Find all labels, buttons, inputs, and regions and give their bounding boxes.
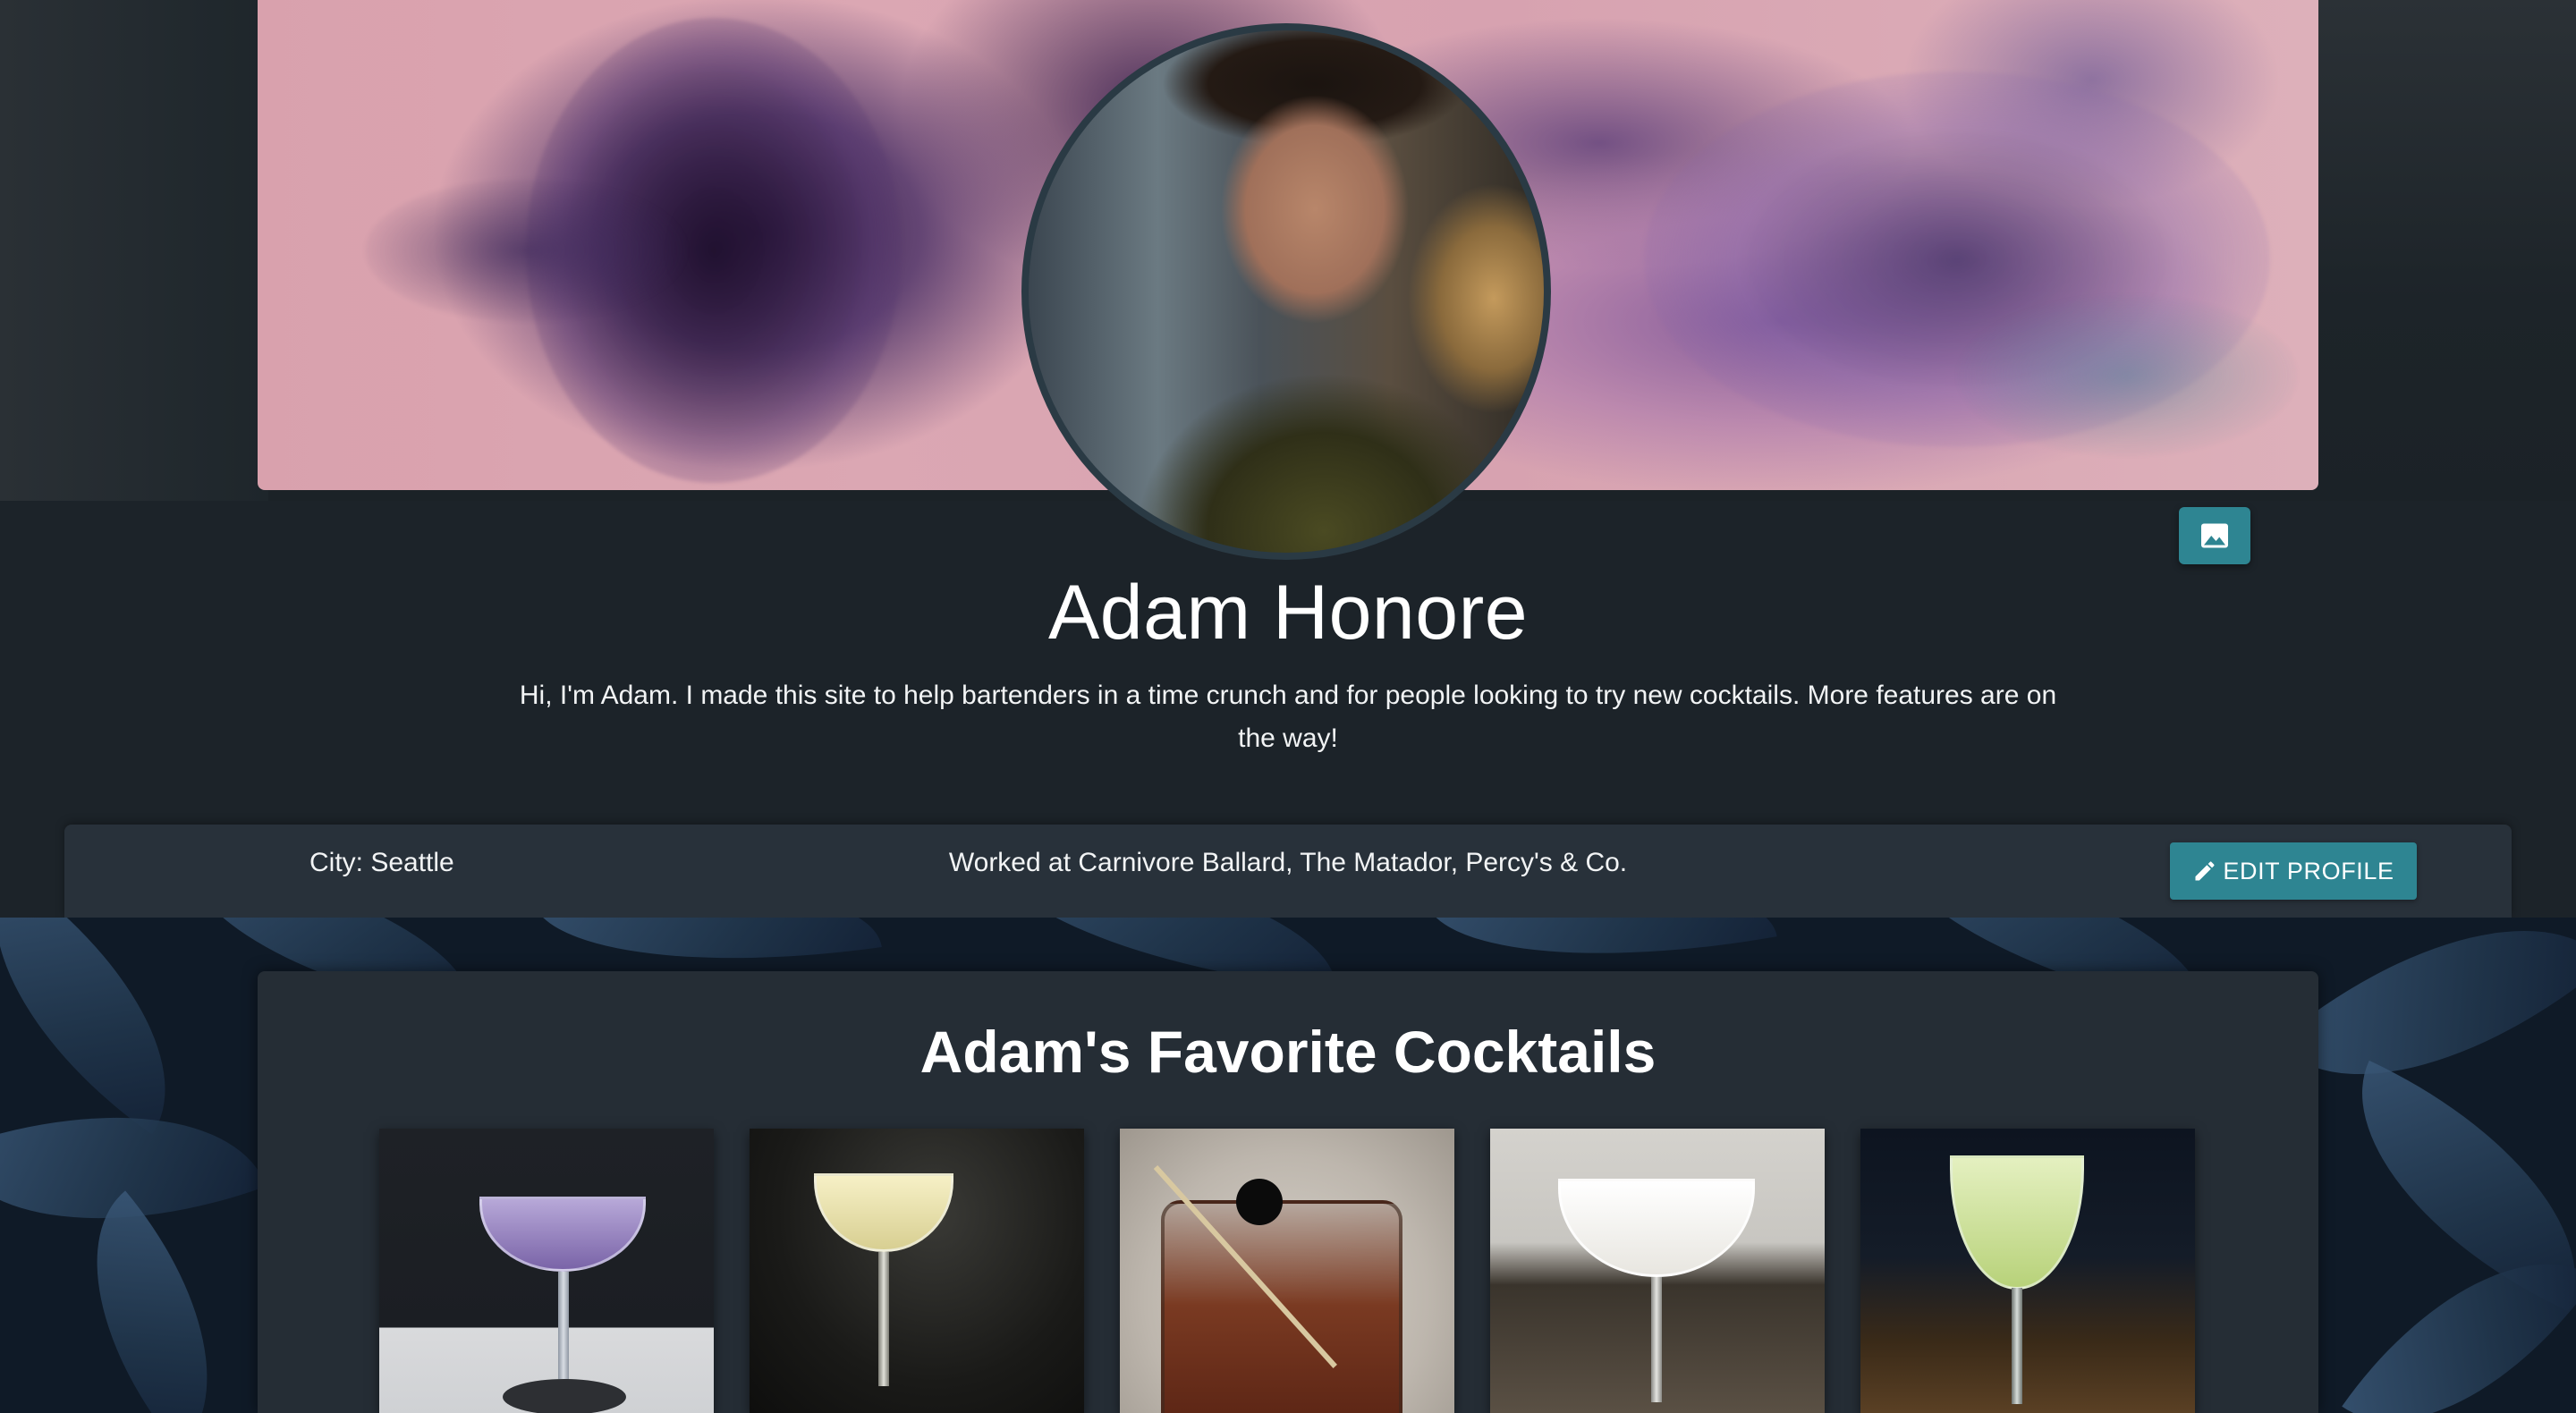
pencil-icon (2195, 861, 2215, 881)
cocktail-card[interactable] (379, 1129, 714, 1413)
edit-profile-button[interactable]: EDIT PROFILE (2170, 842, 2417, 900)
profile-work-history: Worked at Carnivore Ballard, The Matador… (948, 848, 1628, 877)
profile-page: Adam Honore Hi, I'm Adam. I made this si… (0, 0, 2576, 1413)
profile-bio: Hi, I'm Adam. I made this site to help b… (519, 681, 2057, 753)
favorites-list (379, 1129, 2197, 1413)
edit-profile-label: EDIT PROFILE (2223, 857, 2394, 884)
profile-info-bar: City: Seattle Worked at Carnivore Ballar… (64, 825, 2512, 918)
cocktail-card[interactable] (1860, 1129, 2195, 1413)
image-icon (2201, 523, 2228, 548)
cocktail-card[interactable] (1120, 1129, 1454, 1413)
favorites-title: Adam's Favorite Cocktails (919, 1019, 1657, 1085)
cocktail-card[interactable] (1490, 1129, 1825, 1413)
profile-name: Adam Honore (1047, 570, 1529, 656)
profile-avatar (1021, 23, 1551, 560)
change-cover-photo-button[interactable] (2179, 507, 2250, 564)
favorites-panel: Adam's Favorite Cocktails (258, 971, 2318, 1413)
cocktail-card[interactable] (750, 1129, 1084, 1413)
